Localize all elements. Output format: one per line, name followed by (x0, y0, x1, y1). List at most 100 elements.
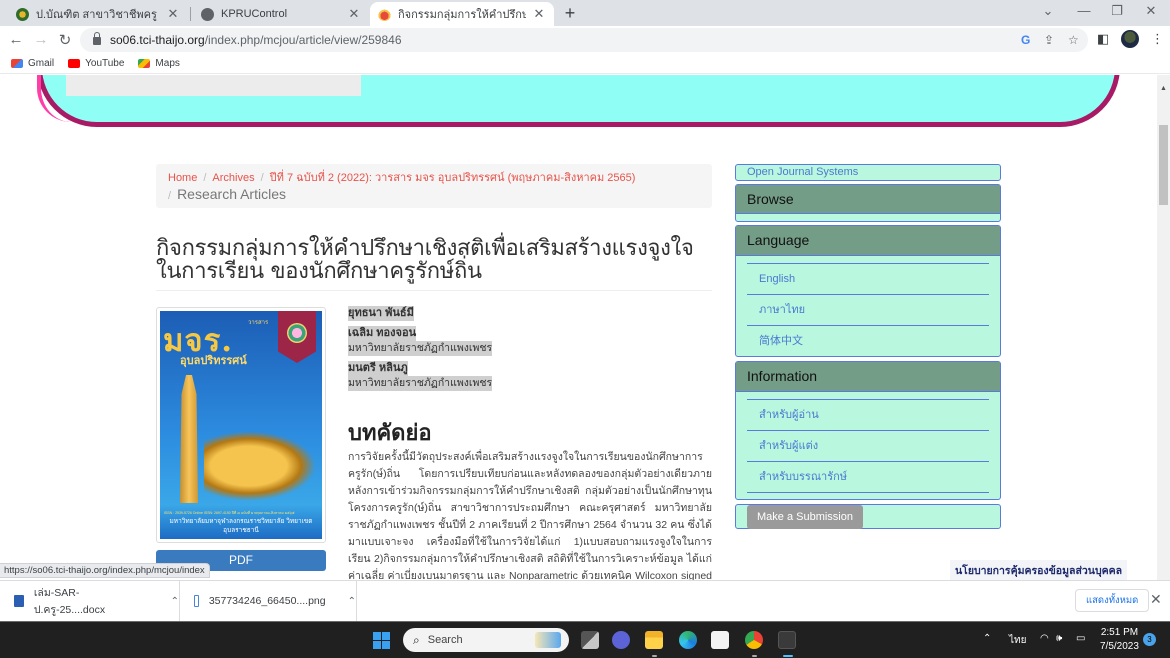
browser-tab-strip: ป.บัณฑิต สาขาวิชาชีพครู คณะครุศาสตร์ ✕ K… (0, 0, 1170, 26)
abstract-text: การวิจัยครั้งนี้มีวัตถุประสงค์เพื่อเสริม… (348, 451, 712, 580)
input-language-indicator[interactable]: ไทย (1009, 633, 1026, 648)
bookmark-star-icon[interactable]: ☆ (1068, 33, 1079, 47)
information-list: สำหรับผู้อ่าน สำหรับผู้แต่ง สำหรับบรรณาร… (747, 399, 989, 493)
abstract-heading: บทคัดย่อ (348, 421, 432, 446)
garuda-illustration (204, 431, 316, 501)
address-bar[interactable]: so06.tci-thaijo.org/index.php/mcjou/arti… (80, 28, 1088, 52)
breadcrumb-home[interactable]: Home (168, 172, 197, 184)
maximize-icon[interactable]: ❐ (1109, 3, 1125, 19)
show-all-downloads-button[interactable]: แสดงทั้งหมด (1075, 589, 1150, 612)
side-panel-icon[interactable]: ◧ (1097, 31, 1109, 47)
cover-university: มหาวิทยาลัยมหาจุฬาลงกรณราชวิทยาลัย วิทยา… (169, 518, 313, 534)
reload-icon[interactable]: ↻ (56, 31, 74, 49)
tab-article-active[interactable]: กิจกรรมกลุ่มการให้คำปรึกษาเชิงสติเพื่อ ✕ (370, 2, 554, 26)
wifi-icon[interactable]: ◠ (1040, 633, 1049, 644)
ojs-link-block[interactable]: Open Journal Systems (735, 164, 1001, 181)
scrollbar-thumb[interactable] (1159, 125, 1168, 205)
info-for-readers-link[interactable]: สำหรับผู้อ่าน (747, 400, 989, 431)
header-search-box (66, 75, 361, 96)
tab-title: ป.บัณฑิต สาขาวิชาชีพครู คณะครุศาสตร์ (36, 9, 160, 21)
file-explorer-icon[interactable] (645, 631, 663, 649)
edge-browser-icon[interactable] (679, 631, 697, 649)
teams-chat-icon[interactable] (612, 631, 630, 649)
minimize-icon[interactable]: — (1076, 3, 1092, 18)
menu-kebab-icon[interactable]: ⋮ (1151, 31, 1164, 47)
page-scrollbar[interactable]: ▲ (1157, 75, 1170, 580)
university-emblem-icon (278, 311, 316, 363)
privacy-policy-link[interactable]: นโยบายการคุ้มครองข้อมูลส่วนบุคคล (950, 560, 1128, 580)
tab-kprucontrol[interactable]: KPRUControl ✕ (193, 2, 369, 26)
downloads-bar: เล่ม-SAR-ป.ครู-25....docx ⌃ 357734246_66… (0, 580, 1170, 621)
running-indicator (752, 655, 757, 657)
download-item[interactable]: เล่ม-SAR-ป.ครู-25....docx ⌃ (0, 581, 180, 621)
microsoft-store-icon[interactable] (711, 631, 729, 649)
language-heading: Language (736, 226, 1000, 256)
breadcrumb-archives[interactable]: Archives (212, 172, 254, 184)
information-heading: Information (736, 362, 1000, 392)
breadcrumb-current-section: Research Articles (177, 186, 286, 202)
cover-issn: ISSN : 2539-5726 Online ISSN: 2697-4150 … (164, 511, 295, 515)
close-tab-icon[interactable]: ✕ (347, 6, 361, 22)
scroll-up-arrow-icon[interactable]: ▲ (1160, 85, 1167, 92)
ojs-link[interactable]: Open Journal Systems (747, 166, 858, 178)
close-tab-icon[interactable]: ✕ (532, 6, 546, 22)
back-arrow-icon[interactable]: ← (7, 31, 25, 48)
download-options-chevron-icon[interactable]: ⌃ (171, 596, 179, 607)
download-filename: 357734246_66450....png (208, 595, 326, 607)
language-english-link[interactable]: English (747, 264, 989, 295)
close-tab-icon[interactable]: ✕ (166, 6, 180, 22)
information-block: Information สำหรับผู้อ่าน สำหรับผู้แต่ง … (735, 361, 1001, 500)
browser-toolbar: ← → ↻ so06.tci-thaijo.org/index.php/mcjo… (0, 26, 1170, 54)
download-options-chevron-icon[interactable]: ⌃ (348, 596, 356, 607)
issue-cover-image[interactable]: วารสาร มจร. อุบลปริทรรศน์ ISSN : 2539-57… (156, 307, 326, 543)
browse-heading[interactable]: Browse (736, 185, 1000, 214)
language-thai-link[interactable]: ภาษาไทย (747, 295, 989, 326)
browse-block: Browse (735, 184, 1001, 222)
task-view-icon[interactable] (581, 631, 599, 649)
author-name: เฉลิม ทองจอน (348, 326, 417, 341)
faculty-favicon-icon (16, 7, 29, 21)
info-for-librarians-link[interactable]: สำหรับบรรณารักษ์ (747, 462, 989, 493)
battery-icon[interactable]: ▭ (1076, 633, 1085, 644)
cover-journal-subtitle: อุบลปริทรรศน์ (180, 355, 247, 367)
tab-search-chevron-icon[interactable]: ⌄ (1040, 3, 1056, 19)
new-tab-button[interactable]: + (562, 3, 578, 24)
forward-arrow-icon[interactable]: → (32, 31, 50, 48)
windows-taskbar: ⌕ Search ⌃ ไทย ◠ 🕪 ▭ 2:51 PM 7/5/2023 3 (0, 621, 1170, 658)
active-indicator (783, 655, 793, 657)
volume-icon[interactable]: 🕪 (1056, 633, 1062, 644)
taskbar-search[interactable]: ⌕ Search (403, 628, 569, 652)
tab-separator (190, 7, 191, 21)
show-hidden-icons-chevron-icon[interactable]: ⌃ (983, 633, 991, 644)
profile-avatar[interactable] (1121, 30, 1139, 48)
breadcrumb-separator: / (260, 172, 264, 184)
bookmark-youtube[interactable]: YouTube (68, 58, 124, 69)
bookmark-label: YouTube (85, 58, 125, 69)
cover-small-label: วารสาร (248, 320, 269, 326)
language-chinese-link[interactable]: 简体中文 (747, 326, 989, 357)
bookmark-maps[interactable]: Maps (138, 58, 180, 69)
author-affiliation: มหาวิทยาลัยราชภัฏกำแพงเพชร (348, 341, 493, 356)
close-window-icon[interactable]: ✕ (1143, 3, 1159, 19)
notification-badge[interactable]: 3 (1143, 633, 1156, 646)
bookmark-gmail[interactable]: Gmail (11, 58, 54, 69)
clock-date: 7/5/2023 (1100, 641, 1139, 652)
breadcrumb-issue[interactable]: ปีที่ 7 ฉบับที่ 2 (2022): วารสาร มจร อุบ… (270, 172, 636, 184)
close-downloads-icon[interactable]: ✕ (1150, 591, 1162, 608)
page-viewport: Home / Archives / ปีที่ 7 ฉบับที่ 2 (2022): … (0, 75, 1157, 580)
google-lens-icon[interactable]: G (1021, 33, 1030, 47)
share-icon[interactable]: ⇪ (1044, 33, 1054, 47)
search-icon: ⌕ (413, 632, 420, 647)
chrome-icon[interactable] (745, 631, 763, 649)
make-submission-button[interactable]: Make a Submission (747, 505, 863, 529)
info-for-authors-link[interactable]: สำหรับผู้แต่ง (747, 431, 989, 462)
clock-time: 2:51 PM (1100, 627, 1139, 638)
snipping-tool-icon[interactable] (778, 631, 796, 649)
image-file-icon (194, 595, 199, 607)
title-divider (156, 290, 712, 291)
system-clock[interactable]: 2:51 PM 7/5/2023 (1100, 626, 1139, 654)
start-button-windows-icon[interactable] (373, 632, 390, 649)
status-bar-url: https://so06.tci-thaijo.org/index.php/mc… (0, 563, 210, 578)
download-item[interactable]: 357734246_66450....png ⌃ (180, 581, 357, 621)
tab-education-faculty[interactable]: ป.บัณฑิต สาขาวิชาชีพครู คณะครุศาสตร์ ✕ (8, 2, 188, 26)
